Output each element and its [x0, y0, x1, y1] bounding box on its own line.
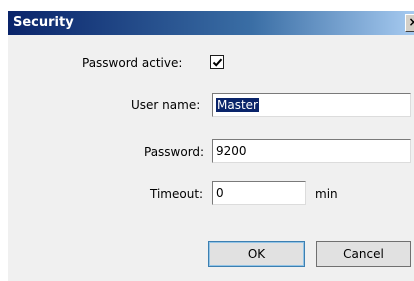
- username-input[interactable]: Master: [212, 93, 411, 117]
- title-bar[interactable]: Security ×: [8, 11, 414, 35]
- timeout-label: Timeout:: [150, 187, 204, 201]
- security-dialog: Security × Password active: User name: M…: [0, 0, 414, 281]
- cancel-button[interactable]: Cancel: [316, 241, 411, 267]
- dialog-title: Security: [13, 15, 74, 30]
- username-value: Master: [216, 98, 259, 112]
- timeout-unit-label: min: [315, 187, 338, 201]
- username-label: User name:: [131, 98, 201, 112]
- close-icon: ×: [408, 15, 414, 29]
- close-button[interactable]: ×: [405, 14, 414, 32]
- timeout-input[interactable]: 0: [212, 181, 306, 205]
- password-label: Password:: [144, 145, 205, 159]
- password-active-checkbox[interactable]: [210, 55, 224, 69]
- password-input[interactable]: 9200: [212, 139, 411, 163]
- password-value: 9200: [216, 144, 247, 158]
- check-icon: [212, 58, 223, 67]
- password-active-label: Password active:: [82, 56, 183, 70]
- timeout-value: 0: [216, 186, 224, 200]
- ok-button[interactable]: OK: [208, 241, 305, 267]
